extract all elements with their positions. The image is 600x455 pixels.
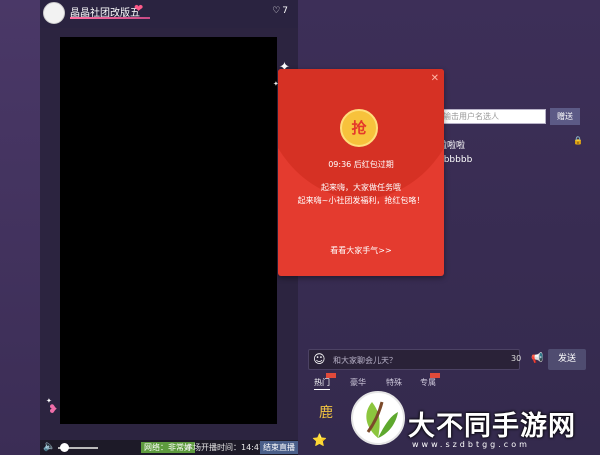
gift-send-button[interactable]: 赠送 <box>550 108 580 125</box>
broadcast-start-time: 本场开播时间：14:47 <box>185 443 265 452</box>
speaker-icon[interactable]: 📢 <box>531 353 543 364</box>
left-sidebar-strip <box>0 0 40 455</box>
likes-counter[interactable]: ♡ 7 <box>272 6 288 16</box>
video-player[interactable] <box>60 37 277 424</box>
title-underline <box>70 17 150 19</box>
watermark-url: www.szdbtgg.com <box>412 440 530 449</box>
send-button[interactable]: 发送 <box>548 349 586 370</box>
control-bar: 🔈 网络：非常好 本场开播时间：14:47 结束直播 <box>40 440 298 455</box>
char-count: 30 <box>511 354 522 363</box>
watermark-logo <box>351 391 405 445</box>
end-broadcast-button[interactable]: 结束直播 <box>260 441 298 454</box>
chat-input-bar: ☺ 30 📢 <box>308 349 543 370</box>
watermark-title: 大不同手游网 <box>408 411 576 442</box>
volume-slider-handle[interactable] <box>60 443 69 452</box>
heart-badge-icon: ❤ <box>134 2 144 15</box>
love-sparkle-icon[interactable]: ❥ <box>48 402 58 416</box>
close-icon[interactable]: ✕ <box>431 73 439 84</box>
likes-count: 7 <box>282 6 288 16</box>
user-search-input[interactable]: 输击用户名选人 <box>438 109 546 124</box>
view-luck-link[interactable]: 看看大家手气>> <box>278 245 444 256</box>
room-header: 晶晶社团改版五 ❤ ♡ 7 <box>40 0 298 28</box>
red-packet-message: 起来嗨，大家做任务哦 <box>321 183 401 192</box>
red-packet-message: 起来嗨~小社团发福利，抢红包咯！ <box>297 196 425 205</box>
tab-exclusive[interactable]: 专属 <box>420 376 436 390</box>
emoji-icon[interactable]: ☺ <box>313 352 326 366</box>
red-packet-expire-text: 09:36 后红包过期 <box>328 160 394 169</box>
volume-mute-icon[interactable]: 🔈 <box>43 441 55 452</box>
star-icon[interactable]: ⭐ <box>312 433 327 447</box>
lock-icon[interactable]: 🔒 <box>573 136 583 145</box>
gift-item-deer[interactable]: 鹿 <box>319 402 333 422</box>
heart-icon: ♡ <box>272 6 281 16</box>
chat-input[interactable] <box>333 353 483 367</box>
grab-red-packet-button[interactable]: 抢 <box>340 109 378 147</box>
room-panel: 晶晶社团改版五 ❤ ♡ 7 ✦ ❥ 🔈 网络：非常好 本场开播时间：14:47 结… <box>40 0 298 455</box>
red-packet-modal: ✕ 抢 09:36 后红包过期 起来嗨，大家做任务哦 起来嗨~小社团发福利，抢红… <box>278 69 444 276</box>
avatar[interactable] <box>43 2 65 24</box>
tab-hot[interactable]: 热门 <box>314 376 330 390</box>
